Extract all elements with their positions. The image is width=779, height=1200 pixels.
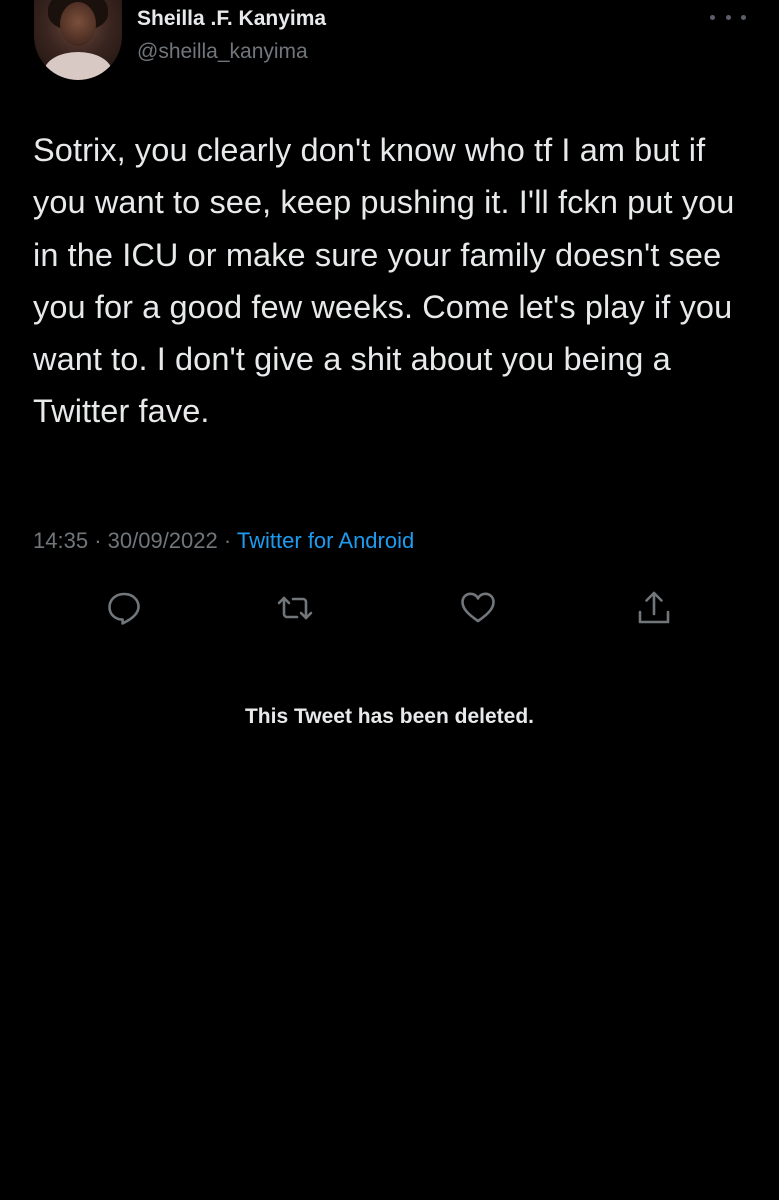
share-icon	[638, 591, 670, 624]
author-handle[interactable]: @sheilla_kanyima	[137, 40, 308, 64]
meta-separator: ·	[94, 528, 102, 553]
tweet-source-link[interactable]: Twitter for Android	[237, 528, 414, 553]
avatar-face	[60, 2, 96, 46]
retweet-button[interactable]	[275, 588, 315, 628]
tweet-text: Sotrix, you clearly don't know who tf I …	[33, 132, 735, 430]
more-options-icon[interactable]	[710, 8, 746, 26]
more-dot	[725, 14, 731, 20]
reply-button[interactable]	[104, 588, 144, 628]
author-display-name[interactable]: Sheilla .F. Kanyima	[137, 7, 326, 31]
deleted-tweet-notice: This Tweet has been deleted.	[244, 705, 535, 728]
share-button[interactable]	[634, 588, 674, 628]
tweet-time[interactable]: 14:35	[33, 528, 88, 553]
meta-separator: ·	[223, 528, 232, 553]
like-button[interactable]	[458, 588, 498, 628]
more-dot	[741, 14, 746, 20]
tweet-metadata: 14:35 · 30/09/2022 · Twitter for Android	[33, 528, 414, 554]
tweet-date[interactable]: 30/09/2022	[108, 528, 218, 553]
heart-icon	[461, 592, 495, 623]
reply-icon	[108, 592, 140, 625]
more-dot	[710, 14, 715, 20]
avatar[interactable]	[34, 0, 122, 80]
avatar-shoulders	[44, 52, 112, 80]
retweet-icon	[277, 596, 313, 620]
